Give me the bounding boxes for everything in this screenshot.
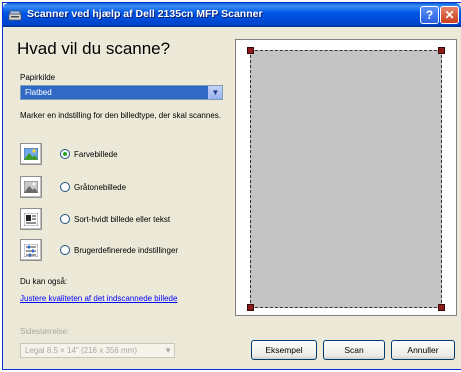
help-button[interactable]: ? — [420, 6, 439, 24]
scanner-icon — [8, 10, 22, 21]
also-label: Du kan også: — [20, 277, 68, 286]
page-size-value: Legal 8.5 × 14" (216 x 356 mm) — [25, 346, 138, 355]
preview-button[interactable]: Eksempel — [251, 340, 317, 360]
option-label-custom-settings[interactable]: Brugerdefinerede indstillinger — [74, 246, 178, 255]
black-white-text-icon[interactable] — [20, 208, 42, 230]
paper-source-select[interactable]: Flatbed ▼ — [20, 85, 223, 100]
window-title: Scanner ved hjælp af Dell 2135cn MFP Sca… — [27, 8, 263, 20]
adjust-quality-link[interactable]: Justere kvaliteten af det indscannede bi… — [20, 294, 177, 303]
page-size-select[interactable]: Legal 8.5 × 14" (216 x 356 mm) ▼ — [20, 343, 175, 358]
color-picture-icon[interactable] — [20, 143, 42, 165]
option-label-color-picture[interactable]: Farvebillede — [74, 150, 118, 159]
instruction-text: Marker en indstilling for den billedtype… — [20, 111, 221, 120]
radio-black-white-text[interactable] — [60, 214, 70, 224]
paper-source-label: Papirkilde — [20, 73, 56, 82]
resize-handle-top-left[interactable] — [247, 47, 254, 54]
title-bar: Scanner ved hjælp af Dell 2135cn MFP Sca… — [3, 3, 461, 27]
radio-custom-settings[interactable] — [60, 245, 70, 255]
close-button[interactable]: ✕ — [440, 6, 459, 24]
resize-handle-bottom-right[interactable] — [438, 304, 445, 311]
page-title: Hvad vil du scanne? — [17, 39, 171, 58]
resize-handle-top-right[interactable] — [438, 47, 445, 54]
scanner-dialog: Scanner ved hjælp af Dell 2135cn MFP Sca… — [2, 2, 461, 370]
paper-source-value: Flatbed — [25, 88, 52, 97]
preview-pane — [235, 39, 457, 316]
cancel-button[interactable]: Annuller — [391, 340, 455, 360]
chevron-down-icon[interactable]: ▼ — [164, 346, 172, 355]
resize-handle-bottom-left[interactable] — [247, 304, 254, 311]
chevron-down-icon[interactable]: ▼ — [208, 86, 222, 99]
radio-grayscale-picture[interactable] — [60, 182, 70, 192]
page-size-label: Sidestørrelse: — [20, 327, 70, 336]
scan-button[interactable]: Scan — [323, 340, 385, 360]
option-label-grayscale-picture[interactable]: Gråtonebillede — [74, 183, 126, 192]
grayscale-picture-icon[interactable] — [20, 176, 42, 198]
custom-settings-icon[interactable] — [20, 239, 42, 261]
radio-color-picture[interactable] — [60, 149, 70, 159]
scan-selection-area[interactable] — [247, 47, 445, 311]
option-label-black-white-text[interactable]: Sort-hvidt billede eller tekst — [74, 215, 170, 224]
